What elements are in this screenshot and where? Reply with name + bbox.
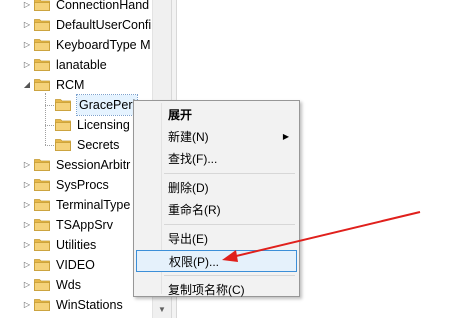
- folder-icon: [34, 18, 50, 31]
- tree-connector: [45, 93, 46, 145]
- tree-item-label: WinStations: [56, 298, 123, 312]
- menu-item-label: 删除(D): [168, 181, 209, 195]
- tree-item-label: KeyboardType M: [56, 38, 151, 52]
- expand-triangle-icon[interactable]: ▷: [22, 295, 32, 315]
- folder-icon: [34, 218, 50, 231]
- tree-item-label: RCM: [56, 78, 85, 92]
- tree-item-label: Licensing: [77, 118, 130, 132]
- tree-item-label: SysProcs: [56, 178, 109, 192]
- folder-icon: [34, 158, 50, 171]
- tree-item-label: Utilities: [56, 238, 97, 252]
- folder-icon: [34, 58, 50, 71]
- expand-triangle-icon[interactable]: ▷: [22, 175, 32, 195]
- context-menu: 展开新建(N) ▶ 查找(F)... 删除(D) 重命名(R) 导出(E) 权限(P)...…: [133, 100, 300, 297]
- expand-triangle-icon[interactable]: ▷: [22, 15, 32, 35]
- expand-triangle-icon[interactable]: ▷: [22, 255, 32, 275]
- folder-icon: [34, 278, 50, 291]
- tree-item-label: SessionArbitr: [56, 158, 131, 172]
- tree-item-label: TerminalType: [56, 198, 131, 212]
- menu-item[interactable]: 展开: [136, 104, 297, 126]
- expand-triangle-icon[interactable]: ▷: [22, 35, 32, 55]
- tree-item[interactable]: ▷ DefaultUserConfi: [0, 15, 158, 35]
- tree-item-label: VIDEO: [56, 258, 95, 272]
- menu-item-label: 展开: [168, 108, 193, 122]
- folder-icon: [55, 118, 71, 131]
- folder-icon: [34, 78, 50, 91]
- folder-icon: [34, 0, 50, 11]
- menu-separator: [164, 173, 295, 174]
- menu-item[interactable]: 新建(N) ▶: [136, 126, 297, 148]
- tree-item[interactable]: ▷ KeyboardType M: [0, 35, 158, 55]
- expand-triangle-icon[interactable]: ▷: [22, 235, 32, 255]
- menu-item[interactable]: 查找(F)...: [136, 148, 297, 170]
- collapse-triangle-icon[interactable]: ◢: [22, 75, 32, 95]
- expand-triangle-icon[interactable]: ▷: [22, 55, 32, 75]
- menu-separator: [164, 275, 295, 276]
- menu-item-label: 重命名(R): [168, 203, 221, 217]
- folder-icon: [34, 198, 50, 211]
- folder-icon: [34, 178, 50, 191]
- expand-triangle-icon[interactable]: ▷: [22, 215, 32, 235]
- expand-triangle-icon[interactable]: ▷: [22, 0, 32, 15]
- tree-connector: [45, 105, 54, 106]
- folder-icon: [34, 238, 50, 251]
- menu-item-label: 复制项名称(C): [168, 283, 245, 297]
- tree-connector: [45, 145, 54, 146]
- tree-item-label: Wds: [56, 278, 81, 292]
- expand-triangle-icon[interactable]: ▷: [22, 275, 32, 295]
- tree-item[interactable]: ▷ lanatable: [0, 55, 158, 75]
- submenu-arrow-icon: ▶: [282, 132, 289, 141]
- scroll-down-arrow-icon[interactable]: ▼: [153, 301, 171, 318]
- menu-item-label: 导出(E): [168, 232, 208, 246]
- folder-icon: [34, 298, 50, 311]
- tree-item-label: Secrets: [77, 138, 120, 152]
- expand-triangle-icon[interactable]: ▷: [22, 155, 32, 175]
- tree-item-label: GracePeri: [75, 94, 139, 116]
- tree-connector: [45, 125, 54, 126]
- folder-icon: [55, 138, 71, 151]
- folder-icon: [34, 258, 50, 271]
- tree-item-label: ConnectionHand: [56, 0, 150, 12]
- menu-item[interactable]: 复制项名称(C): [136, 279, 297, 301]
- tree-item-label: TSAppSrv: [56, 218, 113, 232]
- menu-item[interactable]: 删除(D): [136, 177, 297, 199]
- menu-item[interactable]: 重命名(R): [136, 199, 297, 221]
- folder-icon: [55, 98, 71, 111]
- menu-item-label: 权限(P)...: [169, 255, 219, 269]
- tree-item[interactable]: ▷ ConnectionHand: [0, 0, 158, 15]
- menu-item-label: 新建(N): [168, 130, 209, 144]
- menu-item[interactable]: 导出(E): [136, 228, 297, 250]
- tree-item-label: lanatable: [56, 58, 107, 72]
- menu-item[interactable]: 权限(P)...: [136, 250, 297, 272]
- menu-separator: [164, 224, 295, 225]
- expand-triangle-icon[interactable]: ▷: [22, 195, 32, 215]
- folder-icon: [34, 38, 50, 51]
- tree-item-label: DefaultUserConfi: [56, 18, 152, 32]
- tree-item[interactable]: ◢ RCM: [0, 75, 158, 95]
- tree-item[interactable]: ▷ WinStations: [0, 295, 158, 315]
- menu-item-label: 查找(F)...: [168, 152, 218, 166]
